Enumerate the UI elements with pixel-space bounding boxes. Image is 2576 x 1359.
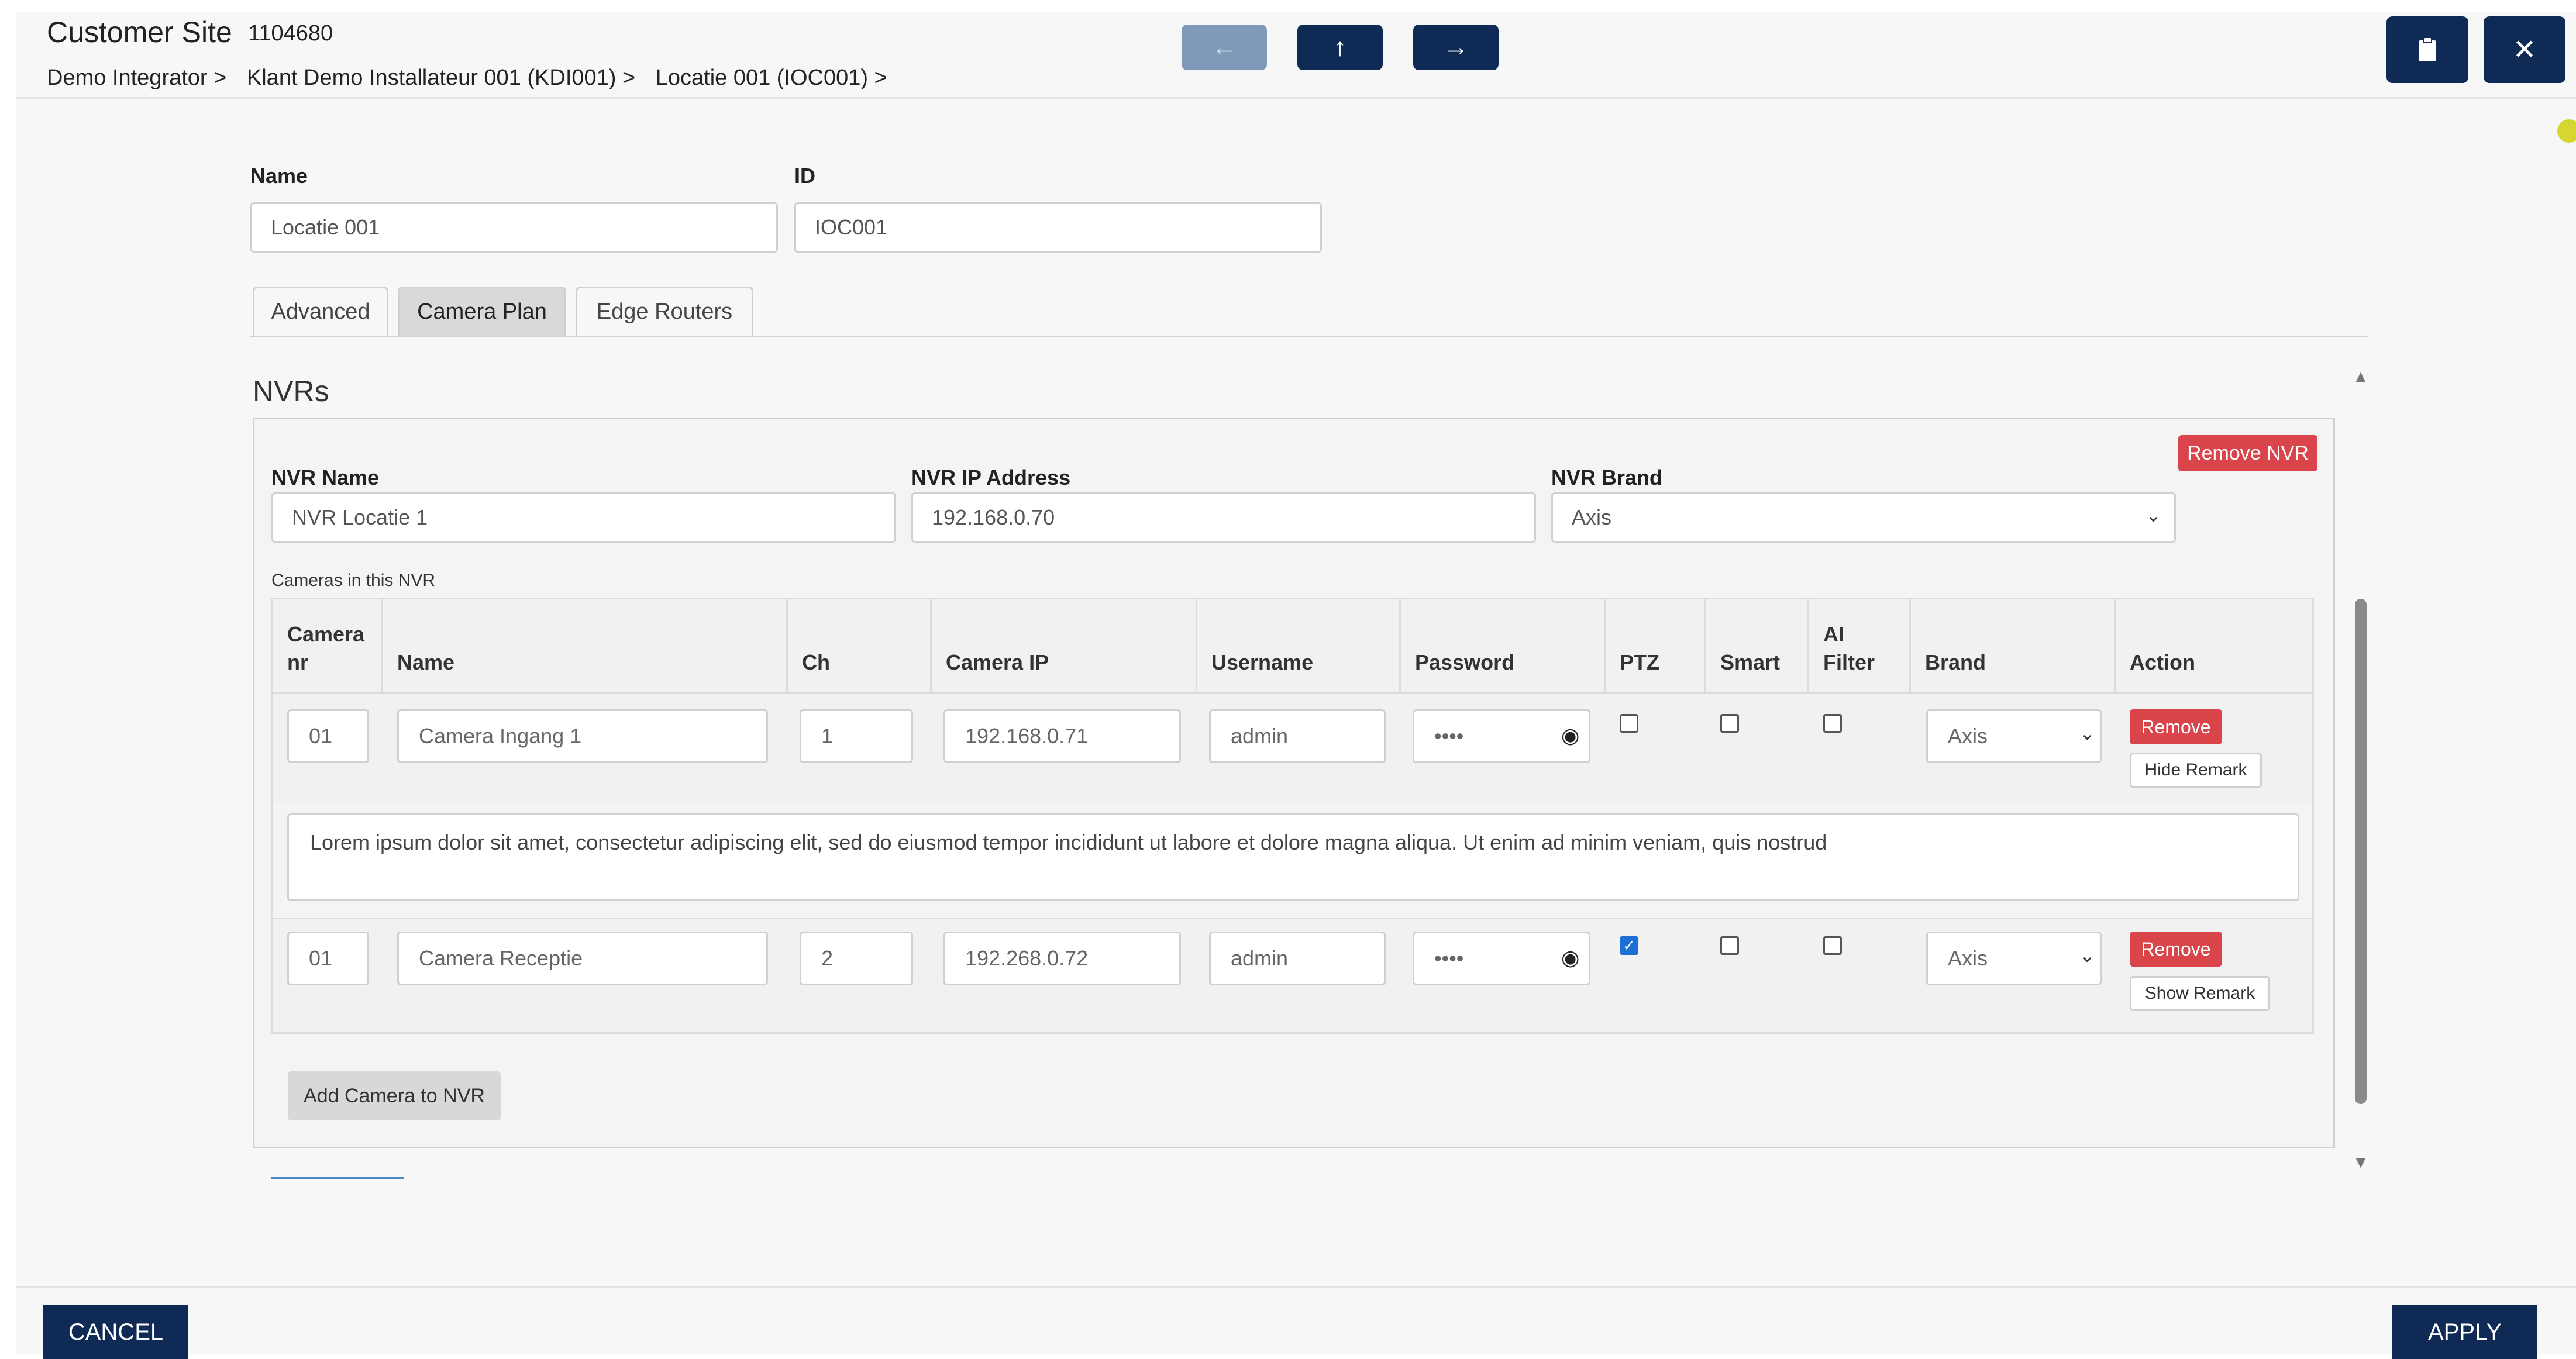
ai-filter-checkbox[interactable] bbox=[1823, 714, 1842, 733]
camera-ch-field[interactable]: 1 bbox=[800, 709, 913, 763]
table-row: 01 Camera Ingang 1 1 192.168.0.71 admin … bbox=[273, 692, 2312, 805]
nvr-brand-select[interactable]: Axis bbox=[1551, 492, 2176, 543]
scroll-down-icon[interactable]: ▼ bbox=[2353, 1153, 2369, 1172]
nav-up-button[interactable]: ↑ bbox=[1297, 25, 1383, 70]
tab-divider bbox=[250, 336, 2368, 337]
chevron-down-icon: ⌄ bbox=[2079, 723, 2095, 744]
nvr-name-label: NVR Name bbox=[271, 465, 380, 489]
password-value: •••• bbox=[1434, 724, 1464, 748]
clipboard-button[interactable] bbox=[2386, 16, 2468, 83]
smart-checkbox[interactable] bbox=[1720, 714, 1739, 733]
smart-checkbox[interactable] bbox=[1720, 936, 1739, 955]
header: Customer Site 1104680 Demo Integrator > … bbox=[16, 12, 2576, 99]
camera-nr-field[interactable]: 01 bbox=[287, 709, 369, 763]
col-ch: Ch bbox=[802, 650, 830, 674]
apply-button[interactable]: APPLY bbox=[2392, 1305, 2537, 1359]
cancel-button[interactable]: CANCEL bbox=[43, 1305, 188, 1359]
ptz-checkbox[interactable]: ✓ bbox=[1620, 936, 1638, 955]
site-id: 1104680 bbox=[248, 21, 333, 46]
chevron-down-icon: ⌄ bbox=[2079, 945, 2095, 966]
remove-camera-button[interactable]: Remove bbox=[2130, 932, 2222, 967]
nav-forward-button[interactable]: → bbox=[1413, 25, 1499, 70]
arrow-left-icon: ← bbox=[1211, 33, 1237, 61]
camera-username-field[interactable]: admin bbox=[1209, 709, 1386, 763]
id-field[interactable]: IOC001 bbox=[794, 202, 1322, 253]
eye-icon[interactable]: ◉ bbox=[1561, 946, 1579, 970]
camera-ip-field[interactable]: 192.268.0.72 bbox=[943, 932, 1181, 985]
col-action: Action bbox=[2130, 650, 2195, 674]
tab-camera-plan[interactable]: Camera Plan bbox=[398, 287, 566, 336]
id-label: ID bbox=[794, 164, 815, 188]
camera-table: Camera nr Name Ch Camera IP Username Pas… bbox=[271, 598, 2314, 1034]
name-field[interactable]: Locatie 001 bbox=[250, 202, 778, 253]
close-icon: ✕ bbox=[2512, 35, 2537, 65]
tab-advanced[interactable]: Advanced bbox=[253, 287, 388, 336]
col-camera-nr: Camera nr bbox=[287, 622, 365, 674]
col-smart: Smart bbox=[1720, 650, 1781, 674]
nvr-ip-label: NVR IP Address bbox=[911, 465, 1071, 489]
hide-remark-button[interactable]: Hide Remark bbox=[2130, 753, 2262, 788]
col-password: Password bbox=[1415, 650, 1515, 674]
nav-back-button[interactable]: ← bbox=[1182, 25, 1267, 70]
cameras-label: Cameras in this NVR bbox=[271, 571, 436, 590]
password-value: •••• bbox=[1434, 946, 1464, 970]
scrollbar-thumb[interactable] bbox=[2355, 599, 2367, 1104]
footer-divider bbox=[16, 1286, 2576, 1288]
col-username: Username bbox=[1211, 650, 1314, 674]
tab-edge-routers[interactable]: Edge Routers bbox=[576, 287, 753, 336]
arrow-up-icon: ↑ bbox=[1334, 33, 1346, 61]
remove-camera-button[interactable]: Remove bbox=[2130, 709, 2222, 744]
remove-nvr-button[interactable]: Remove NVR bbox=[2178, 435, 2317, 471]
camera-brand-value: Axis bbox=[1948, 946, 1988, 970]
chevron-down-icon: ⌄ bbox=[2145, 505, 2161, 526]
add-camera-button[interactable]: Add Camera to NVR bbox=[288, 1071, 501, 1120]
breadcrumb-item-locatie[interactable]: Locatie 001 (IOC001) > bbox=[656, 65, 887, 90]
nvrs-title: NVRs bbox=[253, 375, 329, 408]
camera-nr-field[interactable]: 01 bbox=[287, 932, 369, 985]
camera-brand-value: Axis bbox=[1948, 724, 1988, 748]
nvr-brand-label: NVR Brand bbox=[1551, 465, 1663, 489]
breadcrumb: Demo Integrator > Klant Demo Installateu… bbox=[47, 65, 901, 91]
camera-username-field[interactable]: admin bbox=[1209, 932, 1386, 985]
page-title: Customer Site bbox=[47, 16, 232, 49]
table-header-row: Camera nr Name Ch Camera IP Username Pas… bbox=[273, 599, 2312, 694]
camera-name-field[interactable]: Camera Receptie bbox=[397, 932, 768, 985]
col-camera-ip: Camera IP bbox=[946, 650, 1049, 674]
ai-filter-checkbox[interactable] bbox=[1823, 936, 1842, 955]
col-ptz: PTZ bbox=[1620, 650, 1659, 674]
checkmark-icon: ✓ bbox=[1623, 936, 1635, 954]
col-ai-filter: AI Filter bbox=[1823, 622, 1875, 674]
col-name: Name bbox=[397, 650, 455, 674]
section-underline bbox=[271, 1177, 404, 1179]
table-row: 01 Camera Receptie 2 192.268.0.72 admin … bbox=[273, 918, 2312, 1032]
camera-brand-select[interactable]: Axis bbox=[1926, 709, 2102, 763]
nvr-brand-value: Axis bbox=[1572, 505, 1612, 529]
breadcrumb-item-klant[interactable]: Klant Demo Installateur 001 (KDI001) > bbox=[247, 65, 635, 90]
arrow-right-icon: → bbox=[1443, 33, 1469, 61]
show-remark-button[interactable]: Show Remark bbox=[2130, 976, 2270, 1011]
camera-ch-field[interactable]: 2 bbox=[800, 932, 913, 985]
close-button[interactable]: ✕ bbox=[2484, 16, 2565, 83]
camera-ip-field[interactable]: 192.168.0.71 bbox=[943, 709, 1181, 763]
breadcrumb-item-integrator[interactable]: Demo Integrator > bbox=[47, 65, 226, 90]
scroll-up-icon[interactable]: ▲ bbox=[2353, 367, 2369, 386]
camera-brand-select[interactable]: Axis bbox=[1926, 932, 2102, 985]
camera-name-field[interactable]: Camera Ingang 1 bbox=[397, 709, 768, 763]
col-brand: Brand bbox=[1925, 650, 1986, 674]
customer-site-dialog: Customer Site 1104680 Demo Integrator > … bbox=[16, 12, 2576, 1354]
nvr-ip-field[interactable]: 192.168.0.70 bbox=[911, 492, 1536, 543]
status-indicator bbox=[2557, 119, 2576, 143]
name-label: Name bbox=[250, 164, 308, 188]
remark-textarea[interactable]: Lorem ipsum dolor sit amet, consectetur … bbox=[287, 813, 2299, 901]
clipboard-icon bbox=[2419, 37, 2436, 61]
eye-icon[interactable]: ◉ bbox=[1561, 723, 1579, 748]
nvr-name-field[interactable]: NVR Locatie 1 bbox=[271, 492, 896, 543]
ptz-checkbox[interactable] bbox=[1620, 714, 1638, 733]
remark-row: Lorem ipsum dolor sit amet, consectetur … bbox=[273, 803, 2312, 919]
